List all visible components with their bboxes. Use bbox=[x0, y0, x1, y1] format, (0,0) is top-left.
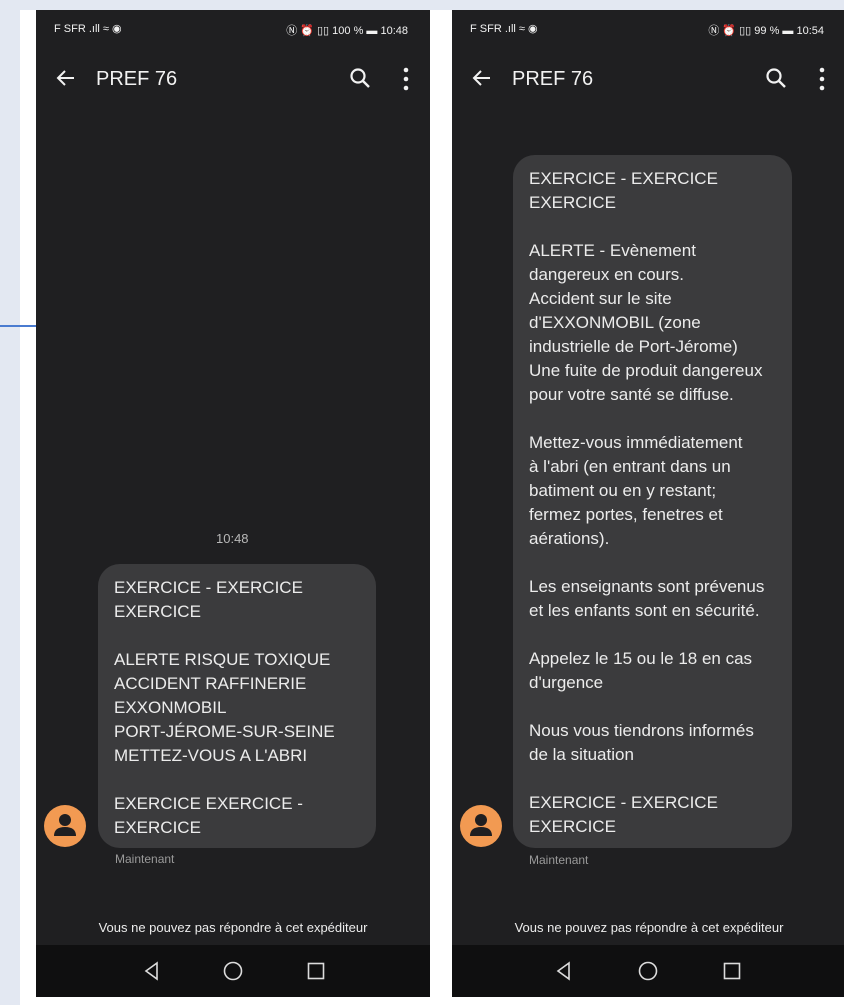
reply-disabled-notice: Vous ne pouvez pas répondre à cet expédi… bbox=[98, 920, 368, 935]
nav-back-icon[interactable] bbox=[552, 959, 576, 983]
navigation-bar bbox=[36, 945, 430, 997]
status-bar: F SFR .ıll ≈ ◉ Ⓝ ⏰ ▯▯ 99 % ▬ 10:54 bbox=[452, 10, 844, 44]
status-left: F SFR .ıll ≈ ◉ bbox=[54, 23, 122, 35]
status-right: Ⓝ ⏰ ▯▯ 100 % ▬ 10:48 bbox=[286, 25, 408, 37]
conversation-title: PREF 76 bbox=[96, 68, 178, 90]
reply-disabled-notice: Vous ne pouvez pas répondre à cet expédi… bbox=[514, 920, 784, 935]
page-left-strip bbox=[0, 0, 20, 1005]
nav-recents-icon[interactable] bbox=[720, 959, 744, 983]
navigation-bar bbox=[452, 945, 844, 997]
message-paragraph: EXERCICE - EXERCICE EXERCICE bbox=[114, 578, 303, 621]
message-status: Maintenant bbox=[115, 852, 175, 866]
phone-screenshot-right: F SFR .ıll ≈ ◉ Ⓝ ⏰ ▯▯ 99 % ▬ 10:54 PREF … bbox=[452, 10, 844, 997]
message-paragraph: ALERTE - Evènement dangereux en cours. A… bbox=[529, 241, 763, 404]
search-icon[interactable] bbox=[348, 66, 372, 90]
nav-home-icon[interactable] bbox=[636, 959, 660, 983]
conversation-title: PREF 76 bbox=[512, 68, 594, 90]
message-status: Maintenant bbox=[529, 853, 589, 867]
message-bubble: EXERCICE - EXERCICE EXERCICE ALERTE - Ev… bbox=[513, 155, 792, 848]
message-bubble: EXERCICE - EXERCICE EXERCICE ALERTE RISQ… bbox=[98, 564, 376, 848]
nav-recents-icon[interactable] bbox=[304, 959, 328, 983]
nav-back-icon[interactable] bbox=[140, 959, 164, 983]
page-top-strip bbox=[0, 0, 844, 10]
phone-screenshot-left: F SFR .ıll ≈ ◉ Ⓝ ⏰ ▯▯ 100 % ▬ 10:48 PREF… bbox=[36, 10, 430, 997]
message-paragraph: EXERCICE - EXERCICE EXERCICE bbox=[529, 793, 718, 836]
message-paragraph: Nous vous tiendrons informés de la situa… bbox=[529, 721, 754, 764]
back-arrow-icon[interactable] bbox=[470, 66, 494, 90]
person-icon bbox=[54, 814, 76, 836]
status-right: Ⓝ ⏰ ▯▯ 99 % ▬ 10:54 bbox=[708, 25, 824, 37]
more-vert-icon[interactable] bbox=[400, 66, 412, 92]
message-paragraph: EXERCICE - EXERCICE EXERCICE bbox=[529, 169, 718, 212]
nav-home-icon[interactable] bbox=[221, 959, 245, 983]
message-paragraph: Appelez le 15 ou le 18 en cas d'urgence bbox=[529, 649, 753, 692]
person-icon bbox=[470, 814, 492, 836]
status-left: F SFR .ıll ≈ ◉ bbox=[470, 23, 538, 35]
more-vert-icon[interactable] bbox=[816, 66, 828, 92]
message-timestamp: 10:48 bbox=[216, 531, 249, 546]
avatar bbox=[460, 805, 502, 847]
avatar bbox=[44, 805, 86, 847]
message-paragraph: Mettez-vous immédiatement à l'abri (en e… bbox=[529, 433, 743, 548]
search-icon[interactable] bbox=[764, 66, 788, 90]
message-paragraph: Les enseignants sont prévenus et les enf… bbox=[529, 577, 765, 620]
message-paragraph: ALERTE RISQUE TOXIQUE ACCIDENT RAFFINERI… bbox=[114, 650, 335, 765]
status-bar: F SFR .ıll ≈ ◉ Ⓝ ⏰ ▯▯ 100 % ▬ 10:48 bbox=[36, 10, 430, 44]
back-arrow-icon[interactable] bbox=[54, 66, 78, 90]
app-bar: PREF 76 bbox=[452, 44, 844, 114]
message-paragraph: EXERCICE EXERCICE - EXERCICE bbox=[114, 794, 303, 837]
app-bar: PREF 76 bbox=[36, 44, 430, 114]
